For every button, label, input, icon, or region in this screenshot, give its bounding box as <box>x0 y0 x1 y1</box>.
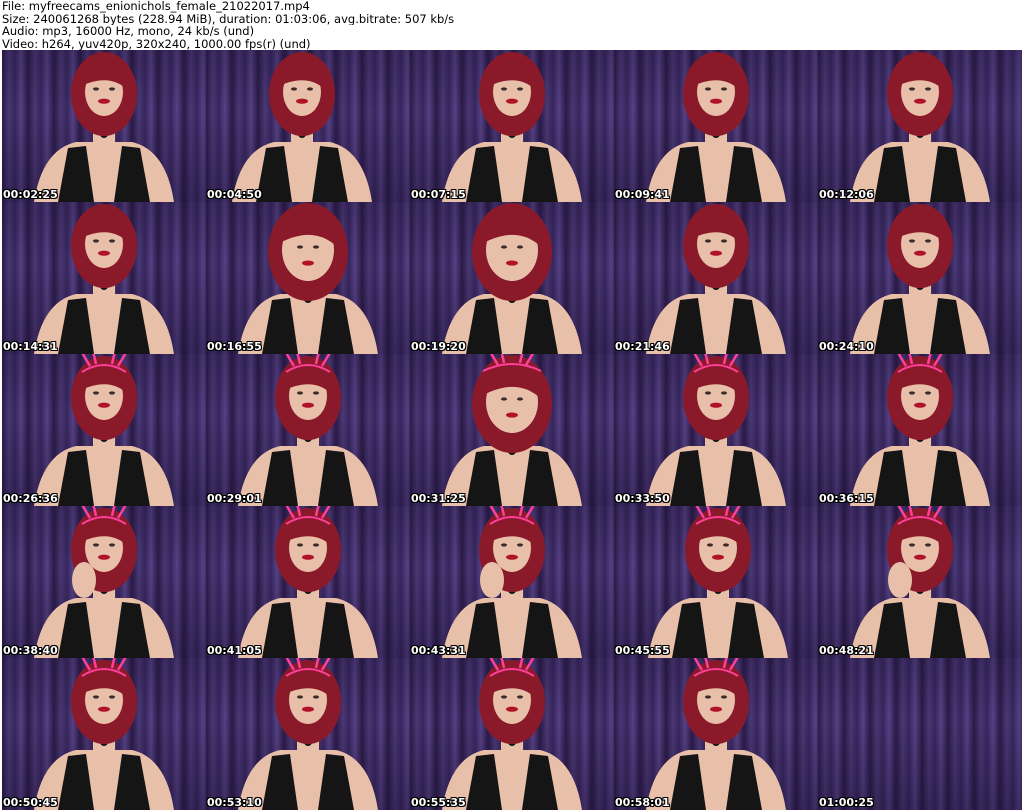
thumbnail-timestamp: 00:36:15 <box>819 492 874 505</box>
person-figure <box>818 658 1022 810</box>
thumbnail-grid: 00:02:25 00:04:50 00:07:15 00:09:41 00:12:06… <box>2 50 1022 810</box>
person-figure <box>442 658 582 810</box>
person-figure <box>850 506 990 658</box>
person-figure <box>646 354 786 506</box>
person-figure <box>34 658 174 810</box>
person-figure <box>646 52 786 202</box>
video-thumbnail: 00:48:21 <box>818 506 1022 658</box>
file-size-line: Size: 240061268 bytes (228.94 MiB), dura… <box>2 12 455 25</box>
thumbnail-timestamp: 00:14:31 <box>3 340 58 353</box>
video-thumbnail: 00:14:31 <box>2 202 206 354</box>
video-thumbnail: 00:19:20 <box>410 202 614 354</box>
person-figure <box>442 354 582 506</box>
file-info-header: File: myfreecams_enionichols_female_2102… <box>2 0 1022 50</box>
video-thumbnail: 01:00:25 <box>818 658 1022 810</box>
person-figure <box>34 52 174 202</box>
thumbnail-timestamp: 00:45:55 <box>615 644 670 657</box>
thumbnail-timestamp: 00:12:06 <box>819 188 874 201</box>
video-thumbnail: 00:07:15 <box>410 50 614 202</box>
thumbnail-timestamp: 00:29:01 <box>207 492 262 505</box>
thumbnail-timestamp: 00:07:15 <box>411 188 466 201</box>
video-thumbnail: 00:04:50 <box>206 50 410 202</box>
person-figure <box>850 354 990 506</box>
video-thumbnail: 00:36:15 <box>818 354 1022 506</box>
video-thumbnail: 00:31:25 <box>410 354 614 506</box>
thumbnail-timestamp: 00:38:40 <box>3 644 58 657</box>
person-figure <box>232 52 372 202</box>
audio-info-line: Audio: mp3, 16000 Hz, mono, 24 kb/s (und… <box>2 25 255 38</box>
video-thumbnail: 00:29:01 <box>206 354 410 506</box>
video-thumbnail: 00:24:10 <box>818 202 1022 354</box>
thumbnail-timestamp: 01:00:25 <box>819 796 874 809</box>
video-thumbnail: 00:50:45 <box>2 658 206 810</box>
person-figure <box>238 658 378 810</box>
video-thumbnail: 00:45:55 <box>614 506 818 658</box>
thumbnail-timestamp: 00:48:21 <box>819 644 874 657</box>
video-thumbnail: 00:53:10 <box>206 658 410 810</box>
video-thumbnail: 00:21:46 <box>614 202 818 354</box>
person-figure <box>648 506 788 658</box>
thumbnail-timestamp: 00:55:35 <box>411 796 466 809</box>
video-thumbnail: 00:16:55 <box>206 202 410 354</box>
video-thumbnail: 00:33:50 <box>614 354 818 506</box>
thumbnail-timestamp: 00:50:45 <box>3 796 58 809</box>
thumbnail-timestamp: 00:16:55 <box>207 340 262 353</box>
person-figure <box>850 52 990 202</box>
thumbnail-timestamp: 00:31:25 <box>411 492 466 505</box>
thumbnail-timestamp: 00:41:05 <box>207 644 262 657</box>
person-figure <box>646 204 786 354</box>
video-thumbnail: 00:26:36 <box>2 354 206 506</box>
video-thumbnail: 00:12:06 <box>818 50 1022 202</box>
person-figure <box>442 52 582 202</box>
thumbnail-timestamp: 00:19:20 <box>411 340 466 353</box>
person-figure <box>442 506 582 658</box>
person-figure <box>34 354 174 506</box>
thumbnail-timestamp: 00:58:01 <box>615 796 670 809</box>
thumbnail-timestamp: 00:04:50 <box>207 188 262 201</box>
video-thumbnail: 00:41:05 <box>206 506 410 658</box>
thumbnail-timestamp: 00:02:25 <box>3 188 58 201</box>
video-thumbnail: 00:43:31 <box>410 506 614 658</box>
video-info-line: Video: h264, yuv420p, 320x240, 1000.00 f… <box>2 37 311 50</box>
thumbnail-timestamp: 00:09:41 <box>615 188 670 201</box>
thumbnail-timestamp: 00:53:10 <box>207 796 262 809</box>
thumbnail-timestamp: 00:21:46 <box>615 340 670 353</box>
person-figure <box>646 658 786 810</box>
video-thumbnail: 00:55:35 <box>410 658 614 810</box>
person-figure <box>34 204 174 354</box>
video-thumbnail: 00:38:40 <box>2 506 206 658</box>
video-thumbnail: 00:58:01 <box>614 658 818 810</box>
video-thumbnail: 00:09:41 <box>614 50 818 202</box>
thumbnail-timestamp: 00:33:50 <box>615 492 670 505</box>
person-figure <box>442 203 582 354</box>
thumbnail-timestamp: 00:24:10 <box>819 340 874 353</box>
person-figure <box>34 506 174 658</box>
video-thumbnail: 00:02:25 <box>2 50 206 202</box>
file-name-line: File: myfreecams_enionichols_female_2102… <box>2 0 310 13</box>
person-figure <box>850 204 990 354</box>
person-figure <box>238 354 378 506</box>
person-figure <box>238 203 378 354</box>
person-figure <box>238 506 378 658</box>
thumbnail-timestamp: 00:43:31 <box>411 644 466 657</box>
thumbnail-timestamp: 00:26:36 <box>3 492 58 505</box>
